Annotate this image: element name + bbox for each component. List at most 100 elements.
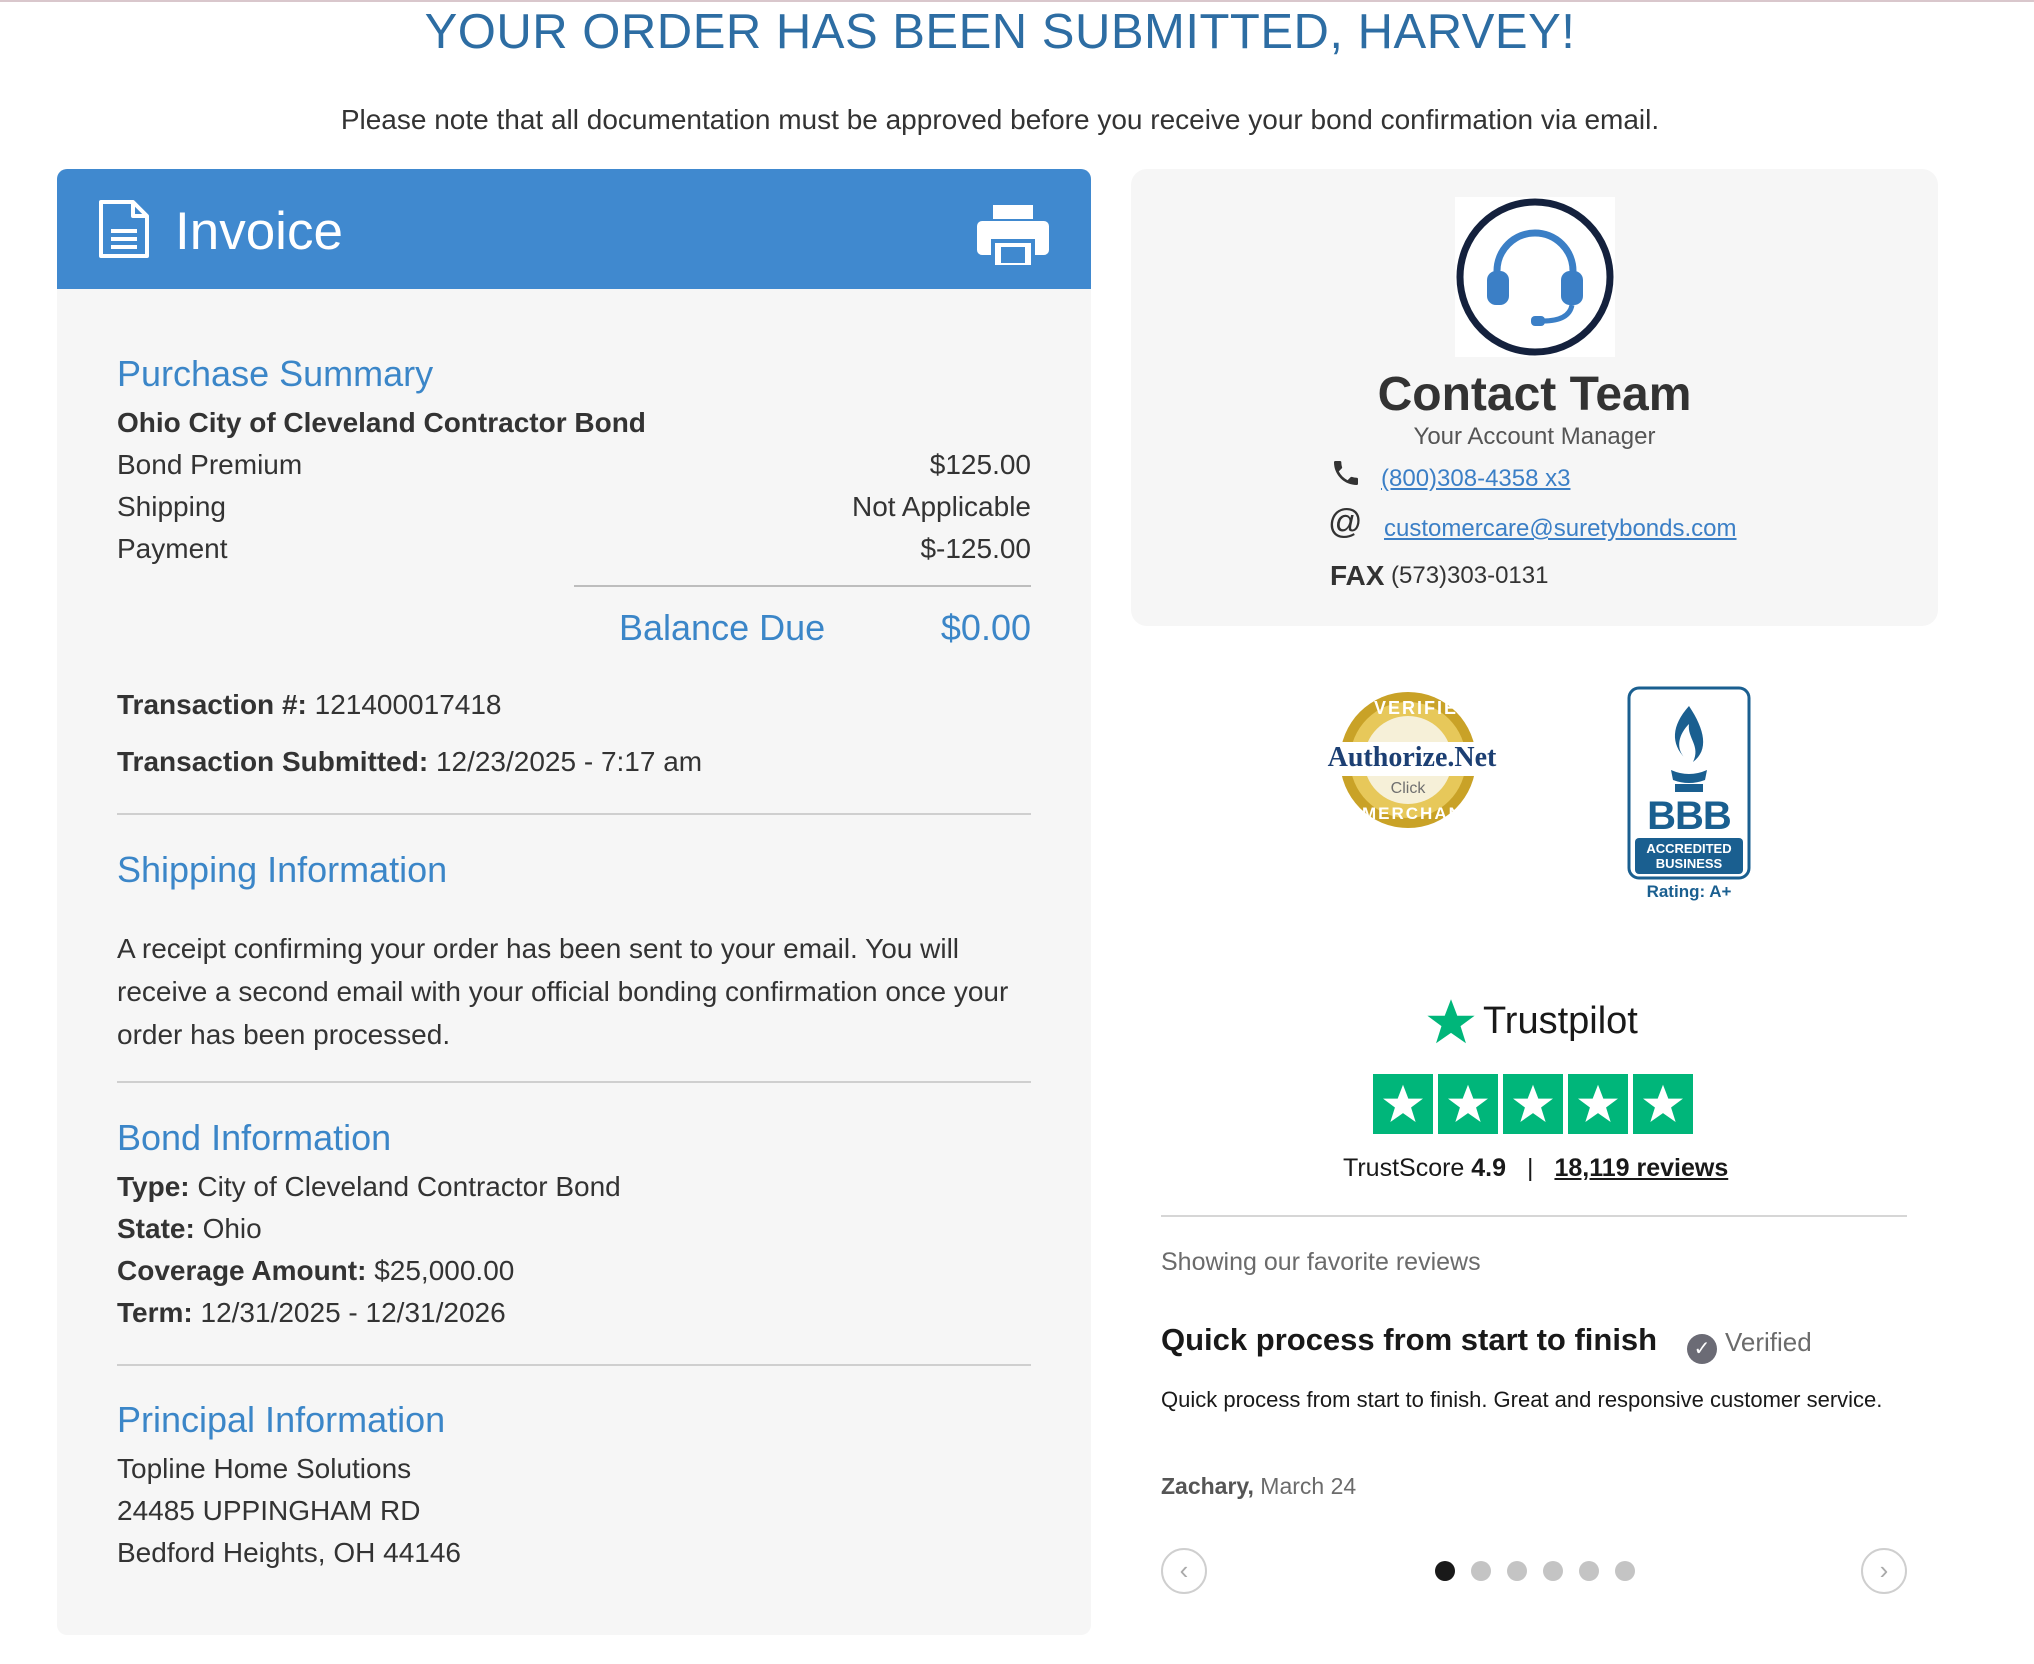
- bbb-name: BBB: [1647, 794, 1732, 838]
- phone-icon: [1334, 461, 1358, 485]
- star-icon: [1373, 1074, 1433, 1134]
- trustpilot-logo[interactable]: Trustpilot: [1425, 996, 1657, 1052]
- bbb-accredited: ACCREDITED: [1646, 841, 1732, 856]
- fax-label: FAX: [1330, 560, 1385, 591]
- at-sign-icon: @: [1328, 503, 1363, 541]
- star-icon: [1568, 1074, 1628, 1134]
- principal-info-heading: Principal Information: [117, 1399, 446, 1440]
- balance-divider: [574, 585, 1031, 587]
- principal-city: Bedford Heights, OH 44146: [117, 1537, 461, 1568]
- bond-term: Term: 12/31/2025 - 12/31/2026: [117, 1297, 506, 1329]
- authorize-net-verified: VERIFIED: [1374, 698, 1474, 718]
- bbb-rating: Rating: A+: [1646, 882, 1732, 901]
- verified-badge: ✓ Verified: [1687, 1327, 1812, 1364]
- carousel-dot[interactable]: [1579, 1561, 1599, 1581]
- trustscore-value: 4.9: [1471, 1154, 1507, 1182]
- principal-street: 24485 UPPINGHAM RD: [117, 1495, 421, 1526]
- bond-info-heading: Bond Information: [117, 1117, 392, 1158]
- transaction-submitted-value: 12/23/2025 - 7:17 am: [435, 746, 703, 777]
- top-border: [0, 0, 2034, 2]
- page-title: YOUR ORDER HAS BEEN SUBMITTED, HARVEY!: [424, 5, 1576, 59]
- headset-icon: [1455, 197, 1615, 357]
- trustpilot-brand: Trustpilot: [1483, 1000, 1638, 1042]
- print-icon[interactable]: [975, 203, 1051, 269]
- star-icon: [1503, 1074, 1563, 1134]
- contact-title: Contact Team: [1377, 368, 1692, 421]
- carousel-dots: [1435, 1561, 1635, 1581]
- bond-term-label: Term:: [117, 1297, 193, 1328]
- invoice-card: Invoice Purchase Summary Ohio City of Cl…: [57, 169, 1091, 1635]
- product-name: Ohio City of Cleveland Contractor Bond: [117, 407, 646, 438]
- carousel-prev-button[interactable]: ‹: [1161, 1548, 1207, 1594]
- section-divider: [117, 1081, 1031, 1083]
- bond-state: State: Ohio: [117, 1213, 262, 1245]
- bond-coverage: Coverage Amount: $25,000.00: [117, 1255, 514, 1287]
- transaction-number-value: 121400017418: [314, 689, 502, 720]
- bond-term-value: 12/31/2025 - 12/31/2026: [200, 1297, 506, 1328]
- balance-due-value: $0.00: [940, 607, 1031, 648]
- review-author-name: Zachary,: [1161, 1473, 1254, 1499]
- invoice-title: Invoice: [175, 202, 343, 261]
- authorize-net-name: Authorize.Net: [1327, 742, 1497, 773]
- purchase-summary-heading: Purchase Summary: [117, 353, 434, 394]
- reviews-caption: Showing our favorite reviews: [1161, 1248, 1481, 1276]
- review-author: Zachary, March 24: [1161, 1473, 1356, 1500]
- bbb-badge[interactable]: BBB ACCREDITED BUSINESS Rating: A+: [1627, 686, 1751, 904]
- carousel-dot[interactable]: [1471, 1561, 1491, 1581]
- contact-card: Contact Team Your Account Manager (800)3…: [1131, 169, 1938, 626]
- invoice-header: Invoice: [57, 169, 1091, 289]
- carousel-dot[interactable]: [1435, 1561, 1455, 1581]
- transaction-submitted: Transaction Submitted: 12/23/2025 - 7:17…: [117, 746, 702, 778]
- email-link[interactable]: customercare@suretybonds.com: [1384, 515, 1737, 543]
- trustscore-label: TrustScore: [1343, 1154, 1465, 1182]
- shipping-info-heading: Shipping Information: [117, 849, 448, 890]
- carousel-dot[interactable]: [1543, 1561, 1563, 1581]
- shipping-info-text: A receipt confirming your order has been…: [117, 933, 1009, 1050]
- verified-label: Verified: [1725, 1327, 1812, 1357]
- summary-value-premium: $125.00: [929, 449, 1031, 480]
- phone-link[interactable]: (800)308-4358 x3: [1381, 465, 1570, 493]
- bond-type-label: Type:: [117, 1171, 190, 1202]
- star-icon: [1438, 1074, 1498, 1134]
- bond-type-value: City of Cleveland Contractor Bond: [197, 1171, 621, 1202]
- authorize-net-click: Click: [1390, 780, 1426, 797]
- summary-value-payment: $-125.00: [920, 533, 1031, 564]
- contact-subtitle: Your Account Manager: [1413, 423, 1656, 450]
- bond-coverage-value: $25,000.00: [374, 1255, 515, 1286]
- carousel-next-button[interactable]: ›: [1861, 1548, 1907, 1594]
- carousel-dot[interactable]: [1615, 1561, 1635, 1581]
- section-divider: [117, 1364, 1031, 1366]
- section-divider: [117, 813, 1031, 815]
- document-icon: [99, 200, 149, 258]
- trustpilot-star-icon: [1427, 999, 1475, 1044]
- carousel-dot[interactable]: [1507, 1561, 1527, 1581]
- bbb-business: BUSINESS: [1655, 856, 1723, 871]
- bond-state-label: State:: [117, 1213, 195, 1244]
- summary-label-shipping: Shipping: [117, 491, 226, 522]
- page-note: Please note that all documentation must …: [340, 104, 1660, 135]
- review-title: Quick process from start to finish: [1161, 1322, 1658, 1357]
- review-text: Quick process from start to finish. Grea…: [1161, 1387, 1883, 1412]
- reviews-count-link[interactable]: 18,119 reviews: [1554, 1154, 1728, 1182]
- transaction-number: Transaction #: 121400017418: [117, 689, 502, 721]
- trustscore-separator: |: [1527, 1154, 1534, 1182]
- transaction-submitted-label: Transaction Submitted:: [117, 746, 429, 777]
- summary-label-payment: Payment: [117, 533, 228, 564]
- summary-value-shipping: Not Applicable: [851, 491, 1031, 522]
- principal-name: Topline Home Solutions: [117, 1453, 412, 1484]
- reviews-divider: [1161, 1215, 1907, 1217]
- star-icon: [1633, 1074, 1693, 1134]
- authorize-net-merchant: MERCHANT: [1362, 804, 1476, 823]
- balance-due-label: Balance Due: [619, 607, 826, 648]
- bond-type: Type: City of Cleveland Contractor Bond: [117, 1171, 621, 1203]
- fax-number: (573)303-0131: [1391, 562, 1549, 589]
- bond-coverage-label: Coverage Amount:: [117, 1255, 367, 1286]
- transaction-number-label: Transaction #:: [117, 689, 307, 720]
- review-date: March 24: [1260, 1473, 1357, 1499]
- bond-state-value: Ohio: [202, 1213, 262, 1244]
- trustscore: TrustScore 4.9 | 18,119 reviews: [1343, 1154, 1728, 1183]
- summary-label-premium: Bond Premium: [117, 449, 303, 480]
- trustpilot-rating-stars: [1373, 1074, 1695, 1134]
- check-icon: ✓: [1687, 1334, 1717, 1364]
- authorize-net-badge[interactable]: VERIFIED Authorize.Net Click MERCHANT: [1322, 688, 1502, 832]
